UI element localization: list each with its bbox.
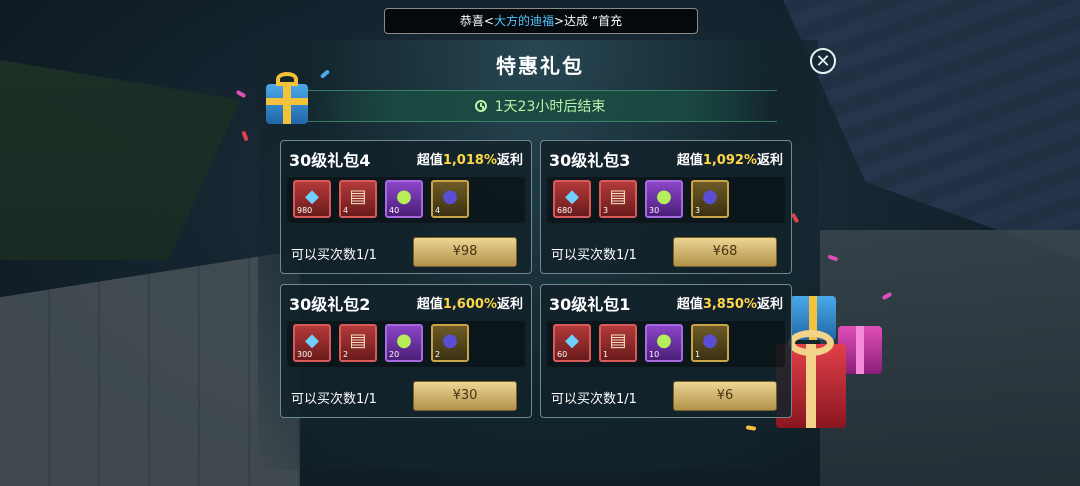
- clock-icon: [474, 100, 487, 112]
- purchase-limit: 可以买次数1/1: [291, 392, 377, 407]
- pack-items: ◆ 680 ▤ 3 ● 30 ● 3: [547, 177, 785, 223]
- buy-button[interactable]: ¥98: [413, 237, 517, 267]
- announcement-prefix: 恭喜<: [459, 14, 494, 28]
- pack-card-2: 30级礼包2 超值1,600%返利 ◆ 300 ▤ 2 ● 20 ● 2 可以买次数1/…: [280, 284, 532, 418]
- scroll-icon[interactable]: ▤ 4: [339, 180, 377, 218]
- pack-value: 超值1,600%返利: [416, 297, 523, 312]
- berry-icon[interactable]: ● 2: [431, 324, 469, 362]
- pack-card-3: 30级礼包3 超值1,092%返利 ◆ 680 ▤ 3 ● 30 ● 3 可以买次数1/…: [540, 140, 792, 274]
- diamond-icon[interactable]: ◆ 60: [553, 324, 591, 362]
- berry-icon[interactable]: ● 1: [691, 324, 729, 362]
- buy-button[interactable]: ¥30: [413, 381, 517, 411]
- purchase-limit: 可以买次数1/1: [551, 248, 637, 263]
- potion-icon[interactable]: ● 40: [385, 180, 423, 218]
- gift-box-icon: [266, 72, 308, 124]
- countdown-bar: 1天23小时后结束: [303, 90, 777, 122]
- close-button[interactable]: ✕: [810, 48, 836, 74]
- pack-card-1: 30级礼包1 超值3,850%返利 ◆ 60 ▤ 1 ● 10 ● 1 可以买次数1/1…: [540, 284, 792, 418]
- announcement-banner: 恭喜<大方的迪福>达成 “首充: [384, 8, 698, 34]
- potion-icon[interactable]: ● 30: [645, 180, 683, 218]
- announcement-suffix: >达成 “首充: [553, 14, 623, 28]
- purchase-limit: 可以买次数1/1: [291, 248, 377, 263]
- scroll-icon[interactable]: ▤ 1: [599, 324, 637, 362]
- pack-name: 30级礼包4: [289, 151, 371, 170]
- diamond-icon[interactable]: ◆ 980: [293, 180, 331, 218]
- countdown-text: 1天23小时后结束: [494, 99, 606, 115]
- buy-button[interactable]: ¥6: [673, 381, 777, 411]
- pack-name: 30级礼包2: [289, 295, 371, 314]
- diamond-icon[interactable]: ◆ 300: [293, 324, 331, 362]
- pack-card-4: 30级礼包4 超值1,018%返利 ◆ 980 ▤ 4 ● 40 ● 4 可以买次数1/…: [280, 140, 532, 274]
- potion-icon[interactable]: ● 10: [645, 324, 683, 362]
- pack-value: 超值1,092%返利: [676, 153, 783, 168]
- pack-value: 超值3,850%返利: [676, 297, 783, 312]
- berry-icon[interactable]: ● 3: [691, 180, 729, 218]
- diamond-icon[interactable]: ◆ 680: [553, 180, 591, 218]
- gift-pile-icon: [776, 296, 886, 430]
- pack-items: ◆ 980 ▤ 4 ● 40 ● 4: [287, 177, 525, 223]
- pack-name: 30级礼包3: [549, 151, 631, 170]
- scroll-icon[interactable]: ▤ 2: [339, 324, 377, 362]
- panel-title: 特惠礼包: [496, 54, 584, 78]
- pack-name: 30级礼包1: [549, 295, 631, 314]
- pack-value: 超值1,018%返利: [416, 153, 523, 168]
- buy-button[interactable]: ¥68: [673, 237, 777, 267]
- announcement-player-name: 大方的迪福: [493, 14, 554, 28]
- pack-items: ◆ 60 ▤ 1 ● 10 ● 1: [547, 321, 785, 367]
- berry-icon[interactable]: ● 4: [431, 180, 469, 218]
- purchase-limit: 可以买次数1/1: [551, 392, 637, 407]
- pack-items: ◆ 300 ▤ 2 ● 20 ● 2: [287, 321, 525, 367]
- potion-icon[interactable]: ● 20: [385, 324, 423, 362]
- scroll-icon[interactable]: ▤ 3: [599, 180, 637, 218]
